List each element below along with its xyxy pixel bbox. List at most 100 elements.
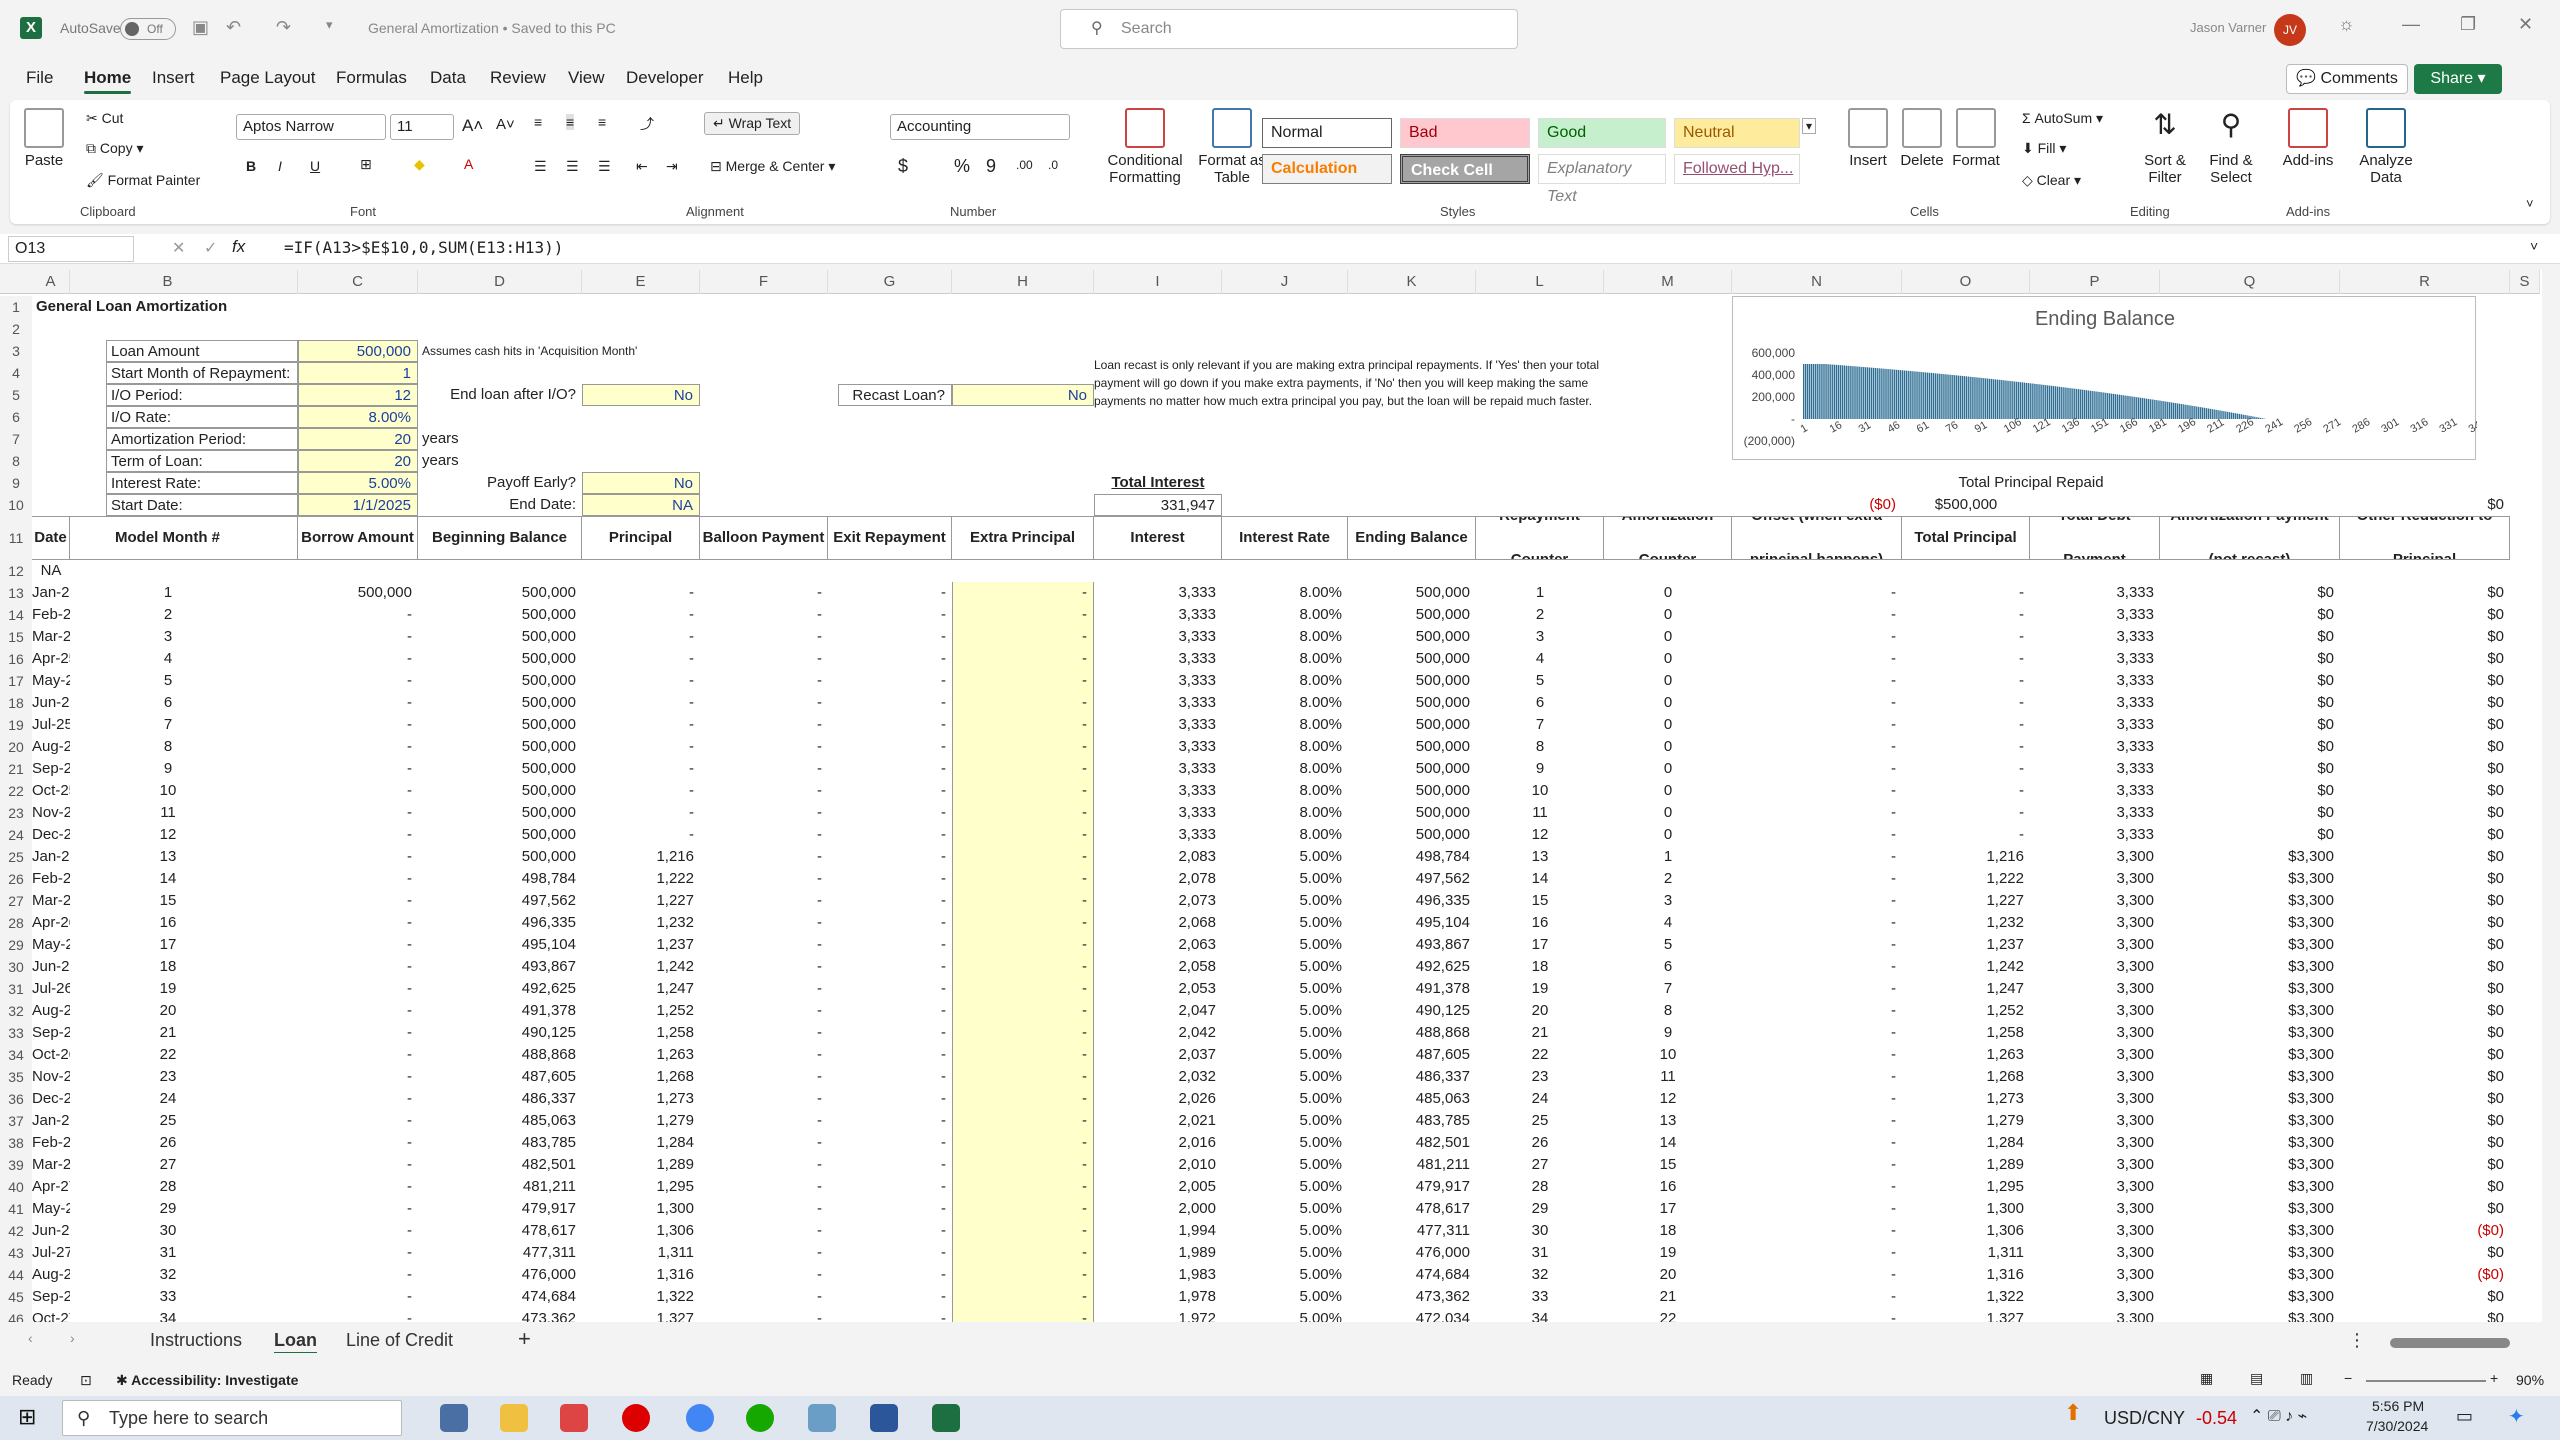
table-cell[interactable]: - <box>700 1220 828 1242</box>
table-cell[interactable]: 500,000 <box>418 736 582 758</box>
table-cell[interactable]: $3,300 <box>2160 1242 2340 1264</box>
table-cell[interactable]: 22 <box>1604 1308 1732 1322</box>
format-painter-button[interactable]: 🖌 Format Painter <box>86 172 200 189</box>
input-start-date[interactable]: 1/1/2025 <box>298 494 418 516</box>
table-cell[interactable]: 2,016 <box>1094 1132 1222 1154</box>
table-cell[interactable]: 3,333 <box>1094 604 1222 626</box>
table-cell[interactable]: - <box>1902 714 2030 736</box>
table-cell[interactable]: - <box>1732 1044 1902 1066</box>
table-cell[interactable]: 34 <box>1476 1308 1604 1322</box>
table-cell[interactable]: 9 <box>1476 758 1604 780</box>
table-cell[interactable]: - <box>828 1044 952 1066</box>
table-cell[interactable]: - <box>828 670 952 692</box>
row-header[interactable]: 16 <box>0 648 32 670</box>
label-years-2[interactable]: years <box>418 450 582 472</box>
label-years[interactable]: years <box>418 428 582 450</box>
table-cell[interactable]: 1,258 <box>582 1022 700 1044</box>
table-cell[interactable]: 1,227 <box>1902 890 2030 912</box>
avatar[interactable]: JV <box>2274 14 2306 46</box>
table-cell[interactable]: - <box>1902 670 2030 692</box>
table-cell[interactable]: 17 <box>1476 934 1604 956</box>
col-header-B[interactable]: B <box>38 270 298 294</box>
table-cell[interactable]: 0 <box>1604 670 1732 692</box>
table-cell[interactable]: - <box>952 1154 1094 1176</box>
notepad-icon[interactable] <box>808 1404 836 1432</box>
table-cell[interactable]: - <box>700 802 828 824</box>
row-header[interactable]: 35 <box>0 1066 32 1088</box>
table-cell[interactable]: 500,000 <box>418 670 582 692</box>
table-cell[interactable]: 8.00% <box>1222 692 1348 714</box>
table-cell[interactable]: - <box>952 912 1094 934</box>
table-cell[interactable]: 500,000 <box>418 692 582 714</box>
windows-start-icon[interactable]: ⊞ <box>18 1404 36 1430</box>
table-cell[interactable]: 21 <box>38 1022 298 1044</box>
table-cell[interactable]: 1,263 <box>1902 1044 2030 1066</box>
table-cell[interactable]: 5.00% <box>1222 978 1348 1000</box>
table-cell[interactable]: 1,322 <box>582 1286 700 1308</box>
table-cell[interactable]: 1,327 <box>582 1308 700 1322</box>
font-name-select[interactable]: Aptos Narrow <box>236 114 386 140</box>
table-cell[interactable]: 500,000 <box>1348 604 1476 626</box>
align-bottom-icon[interactable]: ≡ <box>598 114 606 130</box>
col-title[interactable]: Balloon Payment <box>700 516 828 560</box>
table-cell[interactable]: - <box>1732 1286 1902 1308</box>
table-cell[interactable]: - <box>952 582 1094 604</box>
row-header[interactable]: 42 <box>0 1220 32 1242</box>
table-cell[interactable]: $3,300 <box>2160 1198 2340 1220</box>
value-n10[interactable]: ($0) <box>1732 494 1902 516</box>
table-cell[interactable]: 8.00% <box>1222 714 1348 736</box>
table-cell[interactable]: $0 <box>2340 868 2510 890</box>
table-cell[interactable]: - <box>700 934 828 956</box>
table-cell[interactable]: 3,300 <box>2030 868 2160 890</box>
table-cell[interactable]: - <box>298 714 418 736</box>
table-cell[interactable]: - <box>952 648 1094 670</box>
col-header-J[interactable]: J <box>1222 270 1348 294</box>
opera-icon[interactable] <box>622 1404 650 1432</box>
table-cell[interactable]: 29 <box>1476 1198 1604 1220</box>
table-cell[interactable]: - <box>700 670 828 692</box>
row-header[interactable]: 37 <box>0 1110 32 1132</box>
label-loan-amount[interactable]: Loan Amount <box>106 340 298 362</box>
table-cell[interactable]: 500,000 <box>1348 626 1476 648</box>
table-cell[interactable]: 3,333 <box>2030 582 2160 604</box>
table-cell[interactable]: - <box>828 1022 952 1044</box>
align-right-icon[interactable]: ☰ <box>598 158 611 175</box>
table-cell[interactable]: 481,211 <box>1348 1154 1476 1176</box>
table-cell[interactable]: 17 <box>38 934 298 956</box>
lightbulb-icon[interactable]: ☼ <box>2338 14 2355 35</box>
table-cell[interactable]: - <box>952 978 1094 1000</box>
table-cell[interactable]: $0 <box>2160 692 2340 714</box>
table-cell[interactable]: - <box>952 802 1094 824</box>
table-cell[interactable]: 0 <box>1604 736 1732 758</box>
table-cell[interactable]: 3,333 <box>1094 780 1222 802</box>
col-header-P[interactable]: P <box>2030 270 2160 294</box>
table-cell[interactable]: 14 <box>1476 868 1604 890</box>
col-header-F[interactable]: F <box>700 270 828 294</box>
table-cell[interactable]: 3,300 <box>2030 1286 2160 1308</box>
col-title[interactable]: Amortization Counter <box>1604 516 1732 560</box>
col-header-S[interactable]: S <box>2510 270 2540 294</box>
table-cell[interactable]: 488,868 <box>1348 1022 1476 1044</box>
table-cell[interactable]: - <box>1732 758 1902 780</box>
table-cell[interactable]: $3,300 <box>2160 1154 2340 1176</box>
menu-formulas[interactable]: Formulas <box>336 68 407 88</box>
table-cell[interactable]: - <box>952 670 1094 692</box>
table-cell[interactable]: 3,333 <box>1094 626 1222 648</box>
table-cell[interactable]: 3,300 <box>2030 934 2160 956</box>
table-cell[interactable]: ($0) <box>2340 1264 2510 1286</box>
table-cell[interactable]: - <box>1732 1110 1902 1132</box>
table-cell[interactable]: 23 <box>38 1066 298 1088</box>
table-cell[interactable]: - <box>952 692 1094 714</box>
table-cell[interactable]: - <box>952 758 1094 780</box>
table-cell[interactable]: 1,232 <box>582 912 700 934</box>
table-cell[interactable]: 500,000 <box>418 758 582 780</box>
table-cell[interactable]: 490,125 <box>1348 1000 1476 1022</box>
analyze-data-button[interactable]: Analyze Data <box>2350 108 2422 186</box>
table-cell[interactable]: - <box>1732 802 1902 824</box>
zoom-level[interactable]: 90% <box>2516 1372 2544 1388</box>
table-cell[interactable]: 20 <box>38 1000 298 1022</box>
table-cell[interactable]: 1,237 <box>582 934 700 956</box>
table-cell[interactable]: 476,000 <box>418 1264 582 1286</box>
table-cell[interactable]: 1,311 <box>582 1242 700 1264</box>
table-cell[interactable]: 496,335 <box>418 912 582 934</box>
